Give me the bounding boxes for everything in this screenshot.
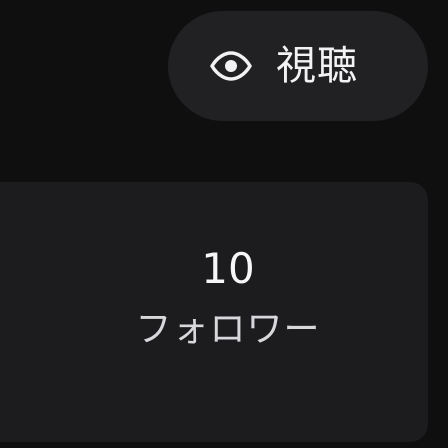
- watch-button[interactable]: 視聴: [168, 11, 428, 121]
- eye-icon: [210, 45, 252, 87]
- follower-count: 10: [201, 244, 255, 293]
- profile-stats-screen: 視聴 10 フォロワー: [0, 0, 448, 448]
- watch-label: 視聴: [276, 43, 358, 89]
- follower-label: フォロワー: [135, 309, 321, 350]
- follower-stat-card[interactable]: 10 フォロワー: [0, 182, 428, 442]
